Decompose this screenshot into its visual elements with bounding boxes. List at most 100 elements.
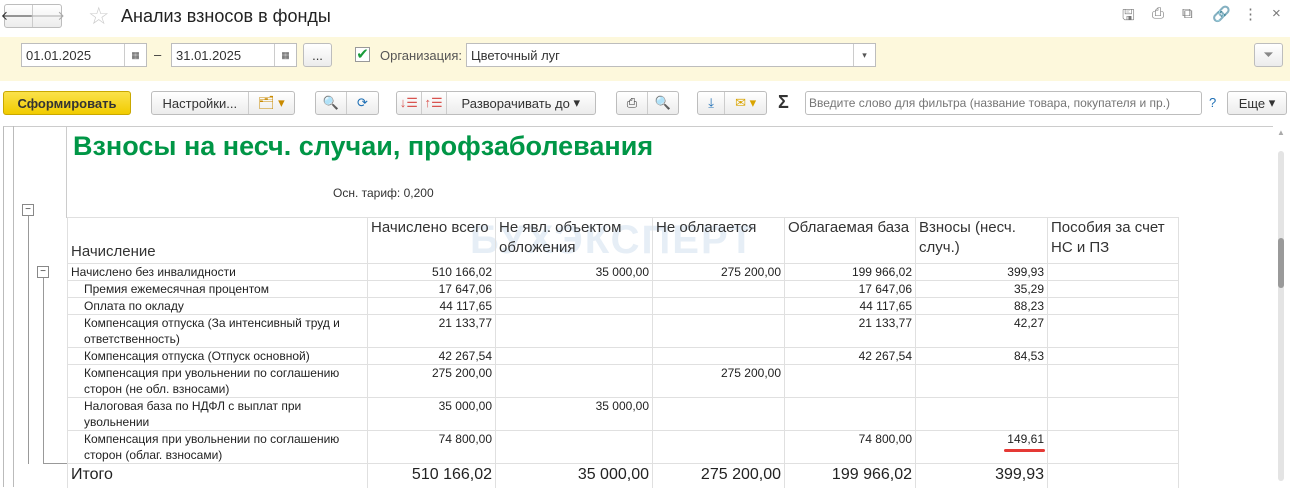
cell-value	[915, 397, 1048, 431]
email-icon[interactable]: ✉ ▾	[725, 92, 766, 114]
table-row: Налоговая база по НДФЛ с выплат при увол…	[67, 397, 1179, 431]
variant-dropdown-icon[interactable]: 🗂 ▾	[249, 92, 294, 114]
save-icon[interactable]: 🖫	[1122, 5, 1135, 30]
cell-value	[784, 364, 916, 398]
scrollbar-thumb[interactable]	[1278, 238, 1284, 288]
forward-button[interactable]: 🡒	[30, 5, 65, 27]
cell-value: 199 966,02	[784, 463, 916, 488]
back-button[interactable]: 🡐	[1, 5, 35, 27]
cell-value	[652, 397, 785, 431]
row-label: Оплата по окладу	[67, 297, 368, 315]
settings-button[interactable]: Настройки...	[152, 92, 249, 114]
cell-value	[1047, 297, 1179, 315]
cell-value: 399,93	[915, 263, 1048, 281]
cell-value	[495, 347, 653, 365]
print-icon[interactable]: ⎙	[617, 92, 648, 114]
tree-line	[43, 463, 67, 464]
table-row: Оплата по окладу 44 117,65 44 117,65 88,23	[67, 297, 1179, 315]
cell-value: 42 267,54	[784, 347, 916, 365]
generate-button[interactable]: Сформировать	[3, 91, 131, 115]
row-label: Компенсация при увольнении по соглашению…	[67, 430, 368, 464]
table-row: Компенсация отпуска (За интенсивный труд…	[67, 314, 1179, 348]
more-vert-icon[interactable]: ⋮	[1243, 5, 1258, 23]
cell-value: 84,53	[915, 347, 1048, 365]
table-row: Начислено без инвалидности 510 166,02 35 0…	[67, 263, 1179, 281]
window-title: Анализ взносов в фонды	[121, 6, 331, 26]
scroll-up-icon[interactable]: ▲	[1277, 128, 1285, 137]
favorite-star-icon[interactable]: ☆	[88, 2, 110, 31]
cell-value	[1047, 430, 1179, 464]
report-title: Взносы на несч. случаи, профзаболевания	[73, 131, 654, 161]
link-icon[interactable]: 🔗	[1212, 5, 1231, 23]
print-group: ⎙ 🔍	[616, 91, 679, 115]
org-select[interactable]: Цветочный луг ▾	[466, 43, 876, 67]
tariff-text: Осн. тариф: 0,200	[333, 186, 434, 200]
cell-value: 21 133,77	[367, 314, 496, 348]
collapse-subgroup-icon[interactable]: −	[37, 266, 49, 278]
sum-icon[interactable]: Σ	[778, 92, 789, 113]
cell-value: 35 000,00	[495, 263, 653, 281]
collapse-group-icon[interactable]: −	[22, 204, 34, 216]
cell-value	[652, 297, 785, 315]
vertical-scrollbar[interactable]: ▲	[1274, 126, 1290, 487]
table-header: Начисление Начислено всего Не явл. объек…	[67, 217, 1179, 264]
cell-value: 510 166,02	[367, 463, 496, 488]
calendar-icon[interactable]: ▦	[124, 44, 146, 66]
more-button[interactable]: Еще ▾	[1227, 91, 1287, 115]
collapse-all-icon[interactable]: ↓☰	[397, 92, 422, 114]
row-label: Налоговая база по НДФЛ с выплат при увол…	[67, 397, 368, 431]
cell-value: 44 117,65	[784, 297, 916, 315]
date-from-field[interactable]: 01.01.2025 ▦	[21, 43, 147, 67]
gutter-divider	[66, 126, 67, 218]
row-label: Премия ежемесячная процентом	[67, 280, 368, 298]
org-checkbox[interactable]: ✔	[355, 47, 370, 62]
cell-value	[652, 347, 785, 365]
expand-to-button[interactable]: Разворачивать до ▾	[447, 92, 595, 114]
cell-value	[495, 297, 653, 315]
row-label: Компенсация отпуска (Отпуск основной)	[67, 347, 368, 365]
cell-value: 42 267,54	[367, 347, 496, 365]
cell-value: 35 000,00	[367, 397, 496, 431]
preview-icon[interactable]: ⧉	[1182, 5, 1193, 22]
cell-value: 42,27	[915, 314, 1048, 348]
col-header: Не явл. объектом обложения	[495, 217, 653, 264]
calendar-icon[interactable]: ▦	[274, 44, 296, 66]
cell-value: 510 166,02	[367, 263, 496, 281]
total-row: Итого 510 166,02 35 000,00 275 200,00 199 96…	[67, 463, 1179, 488]
cell-value: 35,29	[915, 280, 1048, 298]
cell-value: 275 200,00	[652, 364, 785, 398]
print-preview-icon[interactable]: 🔍	[648, 92, 678, 114]
tree-line	[43, 278, 44, 463]
cell-value	[495, 430, 653, 464]
cell-value: 17 647,06	[784, 280, 916, 298]
col-header: Не облагается	[652, 217, 785, 264]
search-icon[interactable]: 🔍	[316, 92, 348, 114]
period-button[interactable]: ...	[303, 43, 332, 67]
cell-value	[1047, 280, 1179, 298]
filter-search-input[interactable]	[805, 91, 1202, 115]
filter-funnel-button[interactable]: ⏷	[1254, 43, 1283, 67]
cell-value: 399,93	[915, 463, 1048, 488]
cell-value	[915, 364, 1048, 398]
cell-value	[495, 364, 653, 398]
scrollbar-track[interactable]	[1278, 151, 1284, 481]
cell-value	[1047, 397, 1179, 431]
help-link[interactable]: ?	[1209, 95, 1216, 110]
col-header: Пособия за счет НС и ПЗ	[1047, 217, 1179, 264]
expand-all-icon[interactable]: ↑☰	[422, 92, 447, 114]
print-icon[interactable]: ⎙	[1152, 5, 1164, 22]
search-next-icon[interactable]: ⟳	[347, 92, 378, 114]
search-group: 🔍 ⟳	[315, 91, 379, 115]
cell-value	[1047, 263, 1179, 281]
chevron-down-icon[interactable]: ▾	[853, 44, 875, 66]
cell-value: 21 133,77	[784, 314, 916, 348]
col-header: Начисление	[67, 217, 368, 264]
date-to-field[interactable]: 31.01.2025 ▦	[171, 43, 297, 67]
row-label: Начислено без инвалидности	[67, 263, 368, 281]
cell-value	[652, 314, 785, 348]
download-icon[interactable]: ⤓	[698, 92, 726, 114]
cell-value: 275 200,00	[652, 263, 785, 281]
cell-value: 199 966,02	[784, 263, 916, 281]
close-icon[interactable]: ×	[1272, 5, 1281, 22]
settings-group: Настройки... 🗂 ▾	[151, 91, 295, 115]
